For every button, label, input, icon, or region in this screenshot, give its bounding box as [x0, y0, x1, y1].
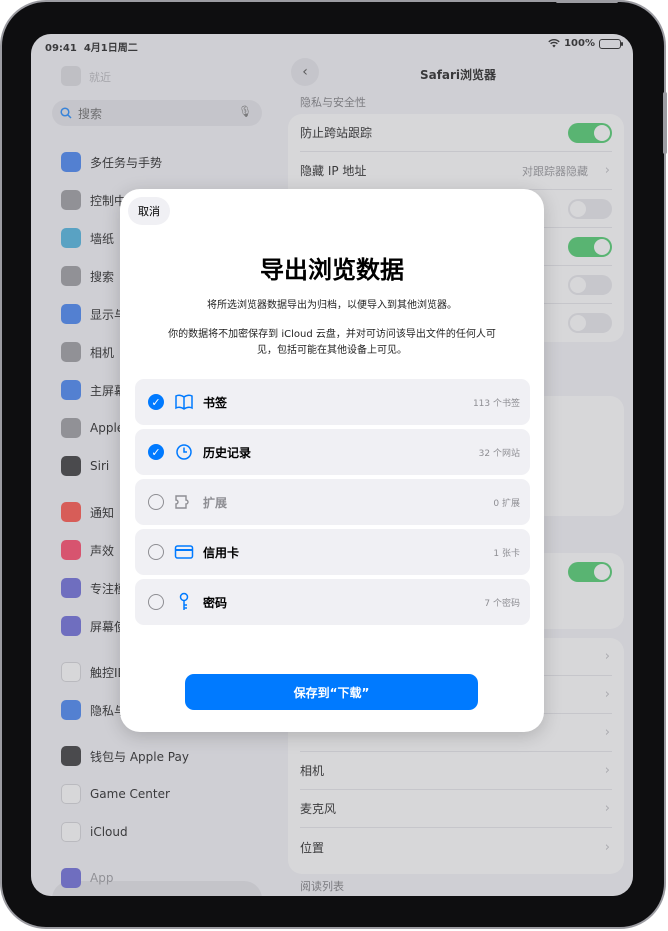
- save-to-downloads-button[interactable]: 保存到“下载”: [185, 674, 478, 710]
- cancel-button[interactable]: 取消: [128, 197, 170, 225]
- option-label: 扩展: [203, 496, 228, 510]
- export-dialog: 取消 导出浏览数据 将所选浏览器数据导出为归档，以便导入到其他浏览器。 你的数据…: [120, 189, 544, 732]
- dialog-warning: 你的数据将不加密保存到 iCloud 云盘，并对可访问该导出文件的任何人可见，包…: [168, 329, 496, 356]
- option-count: 113 个书签: [472, 399, 520, 409]
- top-button: [556, 0, 618, 3]
- option-label: 书签: [203, 396, 228, 410]
- option-count: 1 张卡: [493, 549, 520, 559]
- export-option[interactable]: 信用卡 1 张卡: [135, 529, 530, 575]
- empty-circle-icon: [148, 494, 164, 510]
- checkmark-circle-icon[interactable]: ✓: [148, 394, 164, 410]
- volume-button: [663, 92, 667, 154]
- empty-circle-icon[interactable]: [148, 544, 164, 560]
- option-label: 信用卡: [203, 546, 240, 560]
- key-icon: [173, 591, 195, 613]
- option-count: 32 个网站: [478, 449, 520, 459]
- export-option[interactable]: ✓ 书签 113 个书签: [135, 379, 530, 425]
- dialog-title: 导出浏览数据: [260, 256, 404, 284]
- export-option: 扩展 0 扩展: [135, 479, 530, 525]
- option-count: 7 个密码: [484, 599, 520, 609]
- export-option[interactable]: ✓ 历史记录 32 个网站: [135, 429, 530, 475]
- extension-icon: [173, 491, 195, 513]
- empty-circle-icon[interactable]: [148, 594, 164, 610]
- option-label: 历史记录: [203, 446, 252, 460]
- dialog-description: 将所选浏览器数据导出为归档，以便导入到其他浏览器。: [207, 300, 457, 311]
- credit-card-icon: [173, 541, 195, 563]
- option-count: 0 扩展: [493, 499, 520, 509]
- checkmark-circle-icon[interactable]: ✓: [148, 444, 164, 460]
- export-option[interactable]: 密码 7 个密码: [135, 579, 530, 625]
- screen: 09:41 4月1日周二 100% 就近 搜索 🎙 多任务与手势 控制中心 墙纸 搜索…: [31, 34, 633, 896]
- book-icon: [173, 391, 195, 413]
- option-label: 密码: [203, 596, 228, 610]
- clock-icon: [173, 441, 195, 463]
